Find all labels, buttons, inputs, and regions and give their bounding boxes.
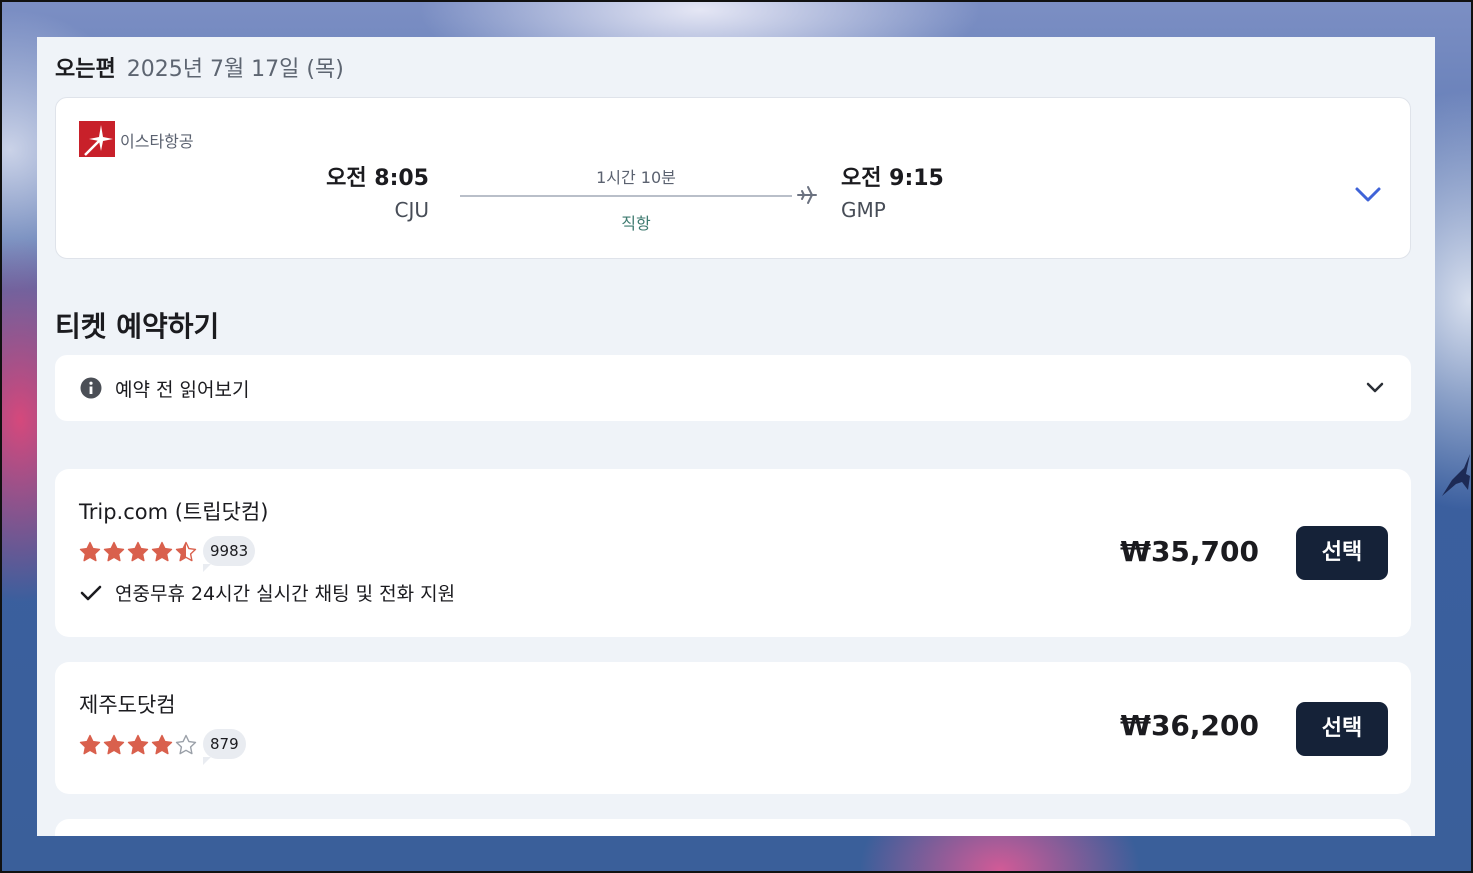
flight-duration: 1시간 10분 <box>596 168 676 187</box>
flight-summary-card: 이스타항공 오전 8:05 CJU 1시간 10분 직항 오전 9:15 GMP <box>55 97 1411 259</box>
star-full-icon <box>151 734 173 755</box>
star-full-icon <box>127 734 149 755</box>
notice-label: 예약 전 읽어보기 <box>115 379 250 401</box>
provider-card: Trip.com (트립닷컴) 9983 연중무휴 24시간 실시간 채팅 및 … <box>55 469 1411 637</box>
chevron-down-icon[interactable] <box>1353 182 1383 206</box>
airline-name: 이스타항공 <box>120 132 194 151</box>
star-full-icon <box>103 541 125 562</box>
provider-price: ₩35,700 <box>1120 535 1259 568</box>
star-full-icon <box>151 541 173 562</box>
bird-silhouette-icon <box>1442 454 1470 496</box>
info-icon <box>80 377 102 399</box>
check-icon <box>80 585 102 600</box>
review-count-badge: 879 <box>203 729 246 765</box>
eastar-jet-logo-icon <box>79 121 115 157</box>
star-rating <box>79 734 197 758</box>
provider-price: ₩36,200 <box>1120 709 1259 742</box>
departure-time: 오전 8:05 <box>326 166 429 191</box>
select-button[interactable]: 선택 <box>1296 702 1388 756</box>
star-half-icon <box>175 541 197 562</box>
star-rating <box>79 541 197 565</box>
inbound-label: 오는편 <box>55 57 116 82</box>
select-button[interactable]: 선택 <box>1296 526 1388 580</box>
stops-label: 직항 <box>621 214 651 233</box>
booking-section-title: 티켓 예약하기 <box>55 310 220 343</box>
booking-panel: 오는편 2025년 7월 17일 (목) 이스타항공 오전 8:05 CJU 1… <box>37 37 1435 836</box>
provider-name: Trip.com (트립닷컴) <box>79 500 269 524</box>
pre-booking-notice-toggle[interactable]: 예약 전 읽어보기 <box>55 355 1411 421</box>
star-full-icon <box>103 734 125 755</box>
provider-card: 제주도닷컴 879 ₩36,200 선택 <box>55 662 1411 794</box>
chevron-down-icon <box>1366 382 1384 393</box>
provider-name: 제주도닷컴 <box>79 693 176 717</box>
star-empty-icon <box>175 734 197 755</box>
star-full-icon <box>79 541 101 562</box>
review-count-badge: 9983 <box>203 536 256 572</box>
plane-icon <box>797 186 817 204</box>
arrival-airport-code: GMP <box>841 198 886 222</box>
arrival-time: 오전 9:15 <box>841 166 944 191</box>
star-full-icon <box>127 541 149 562</box>
provider-card-partial <box>55 819 1411 836</box>
inbound-header: 오는편 2025년 7월 17일 (목) <box>55 51 344 83</box>
feature-label: 연중무휴 24시간 실시간 채팅 및 전화 지원 <box>115 583 456 605</box>
inbound-date: 2025년 7월 17일 (목) <box>126 57 344 82</box>
star-full-icon <box>79 734 101 755</box>
departure-airport-code: CJU <box>394 198 429 222</box>
provider-feature: 연중무휴 24시간 실시간 채팅 및 전화 지원 <box>79 579 455 606</box>
route-line <box>460 195 792 197</box>
